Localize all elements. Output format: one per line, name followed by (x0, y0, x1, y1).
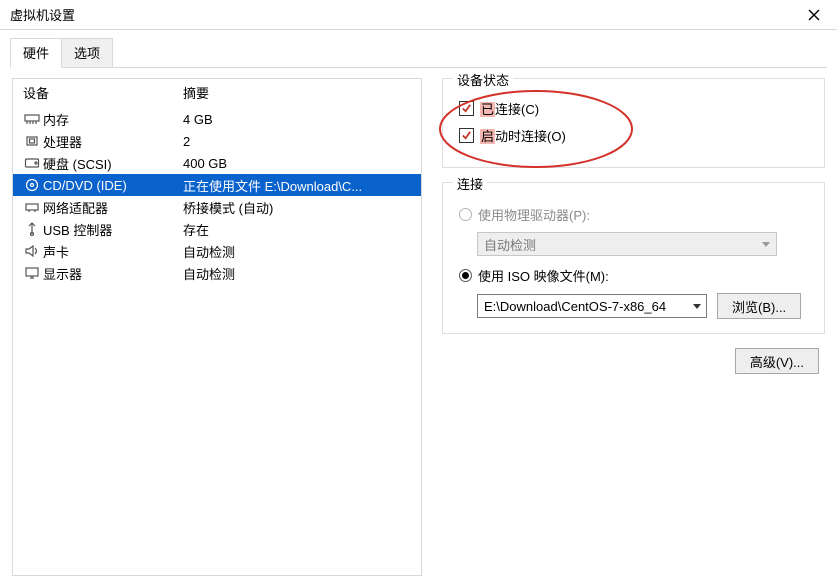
device-status-legend: 设备状态 (453, 70, 513, 89)
close-button[interactable] (791, 0, 837, 30)
device-row-sound[interactable]: 声卡 自动检测 (13, 240, 421, 262)
device-summary: 400 GB (183, 156, 421, 171)
device-row-processor[interactable]: 处理器 2 (13, 130, 421, 152)
hdd-icon (24, 156, 40, 170)
header-device: 设备 (13, 83, 183, 102)
connected-checkbox[interactable] (459, 101, 474, 116)
chevron-down-icon (693, 304, 701, 309)
browse-button[interactable]: 浏览(B)... (717, 293, 801, 319)
device-summary: 桥接模式 (自动) (183, 198, 421, 217)
device-row-cddvd[interactable]: CD/DVD (IDE) 正在使用文件 E:\Download\C... (13, 174, 421, 196)
device-name: 内存 (43, 110, 183, 129)
device-settings-panel: 设备状态 已连接(C) 启动时连接(O) 连接 使用物理驱动器(P): (422, 78, 825, 576)
device-list-panel: 设备 摘要 内存 4 GB 处理器 2 硬盘 (SCSI) 400 GB CD/… (12, 78, 422, 576)
device-name: 显示器 (43, 264, 183, 283)
usb-icon (24, 222, 40, 236)
use-physical-drive-label: 使用物理驱动器(P): (478, 205, 590, 224)
use-iso-radio-row[interactable]: 使用 ISO 映像文件(M): (459, 266, 810, 285)
display-icon (24, 266, 40, 280)
memory-icon (24, 112, 40, 126)
device-name: CD/DVD (IDE) (43, 178, 183, 193)
device-status-group: 设备状态 已连接(C) 启动时连接(O) (442, 78, 825, 168)
device-summary: 2 (183, 134, 421, 149)
device-summary: 自动检测 (183, 264, 421, 283)
content-area: 设备 摘要 内存 4 GB 处理器 2 硬盘 (SCSI) 400 GB CD/… (0, 68, 837, 586)
device-name: 声卡 (43, 242, 183, 261)
device-row-harddisk[interactable]: 硬盘 (SCSI) 400 GB (13, 152, 421, 174)
connect-at-poweron-checkbox[interactable] (459, 128, 474, 143)
device-row-usb[interactable]: USB 控制器 存在 (13, 218, 421, 240)
sound-icon (24, 244, 40, 258)
use-physical-drive-radio[interactable] (459, 208, 472, 221)
device-summary: 自动检测 (183, 242, 421, 261)
physical-drive-value: 自动检测 (484, 235, 536, 254)
device-name: 网络适配器 (43, 198, 183, 217)
iso-path-value: E:\Download\CentOS-7-x86_64 (484, 299, 666, 314)
use-iso-label: 使用 ISO 映像文件(M): (478, 266, 609, 285)
device-summary: 存在 (183, 220, 421, 239)
connected-checkbox-row[interactable]: 已连接(C) (459, 99, 810, 118)
connection-group: 连接 使用物理驱动器(P): 自动检测 使用 ISO 映像文件(M): E:\D… (442, 182, 825, 334)
device-name: 硬盘 (SCSI) (43, 154, 183, 173)
tabs-bar: 硬件 选项 (0, 30, 837, 68)
use-physical-drive-radio-row[interactable]: 使用物理驱动器(P): (459, 205, 810, 224)
connection-legend: 连接 (453, 174, 487, 193)
browse-button-label: 浏览(B)... (732, 297, 786, 316)
titlebar: 虚拟机设置 (0, 0, 837, 30)
close-icon (808, 9, 820, 21)
device-name: 处理器 (43, 132, 183, 151)
tab-hardware[interactable]: 硬件 (10, 38, 62, 68)
check-icon (461, 130, 472, 141)
window-title: 虚拟机设置 (0, 5, 75, 24)
advanced-button-label: 高级(V)... (750, 352, 804, 371)
tab-options[interactable]: 选项 (61, 38, 113, 68)
physical-drive-combo: 自动检测 (477, 232, 777, 256)
advanced-button[interactable]: 高级(V)... (735, 348, 819, 374)
device-summary: 正在使用文件 E:\Download\C... (183, 176, 421, 195)
header-summary: 摘要 (183, 83, 421, 102)
iso-path-combo[interactable]: E:\Download\CentOS-7-x86_64 (477, 294, 707, 318)
check-icon (461, 103, 472, 114)
device-row-network[interactable]: 网络适配器 桥接模式 (自动) (13, 196, 421, 218)
device-list-header: 设备 摘要 (13, 79, 421, 108)
device-name: USB 控制器 (43, 220, 183, 239)
connect-at-poweron-checkbox-row[interactable]: 启动时连接(O) (459, 126, 810, 145)
connect-at-poweron-label: 启动时连接(O) (480, 126, 566, 145)
cpu-icon (24, 134, 40, 148)
chevron-down-icon (762, 242, 770, 247)
disc-icon (24, 178, 40, 192)
device-row-display[interactable]: 显示器 自动检测 (13, 262, 421, 284)
connected-label: 已连接(C) (480, 99, 539, 118)
use-iso-radio[interactable] (459, 269, 472, 282)
device-summary: 4 GB (183, 112, 421, 127)
network-icon (24, 200, 40, 214)
device-row-memory[interactable]: 内存 4 GB (13, 108, 421, 130)
